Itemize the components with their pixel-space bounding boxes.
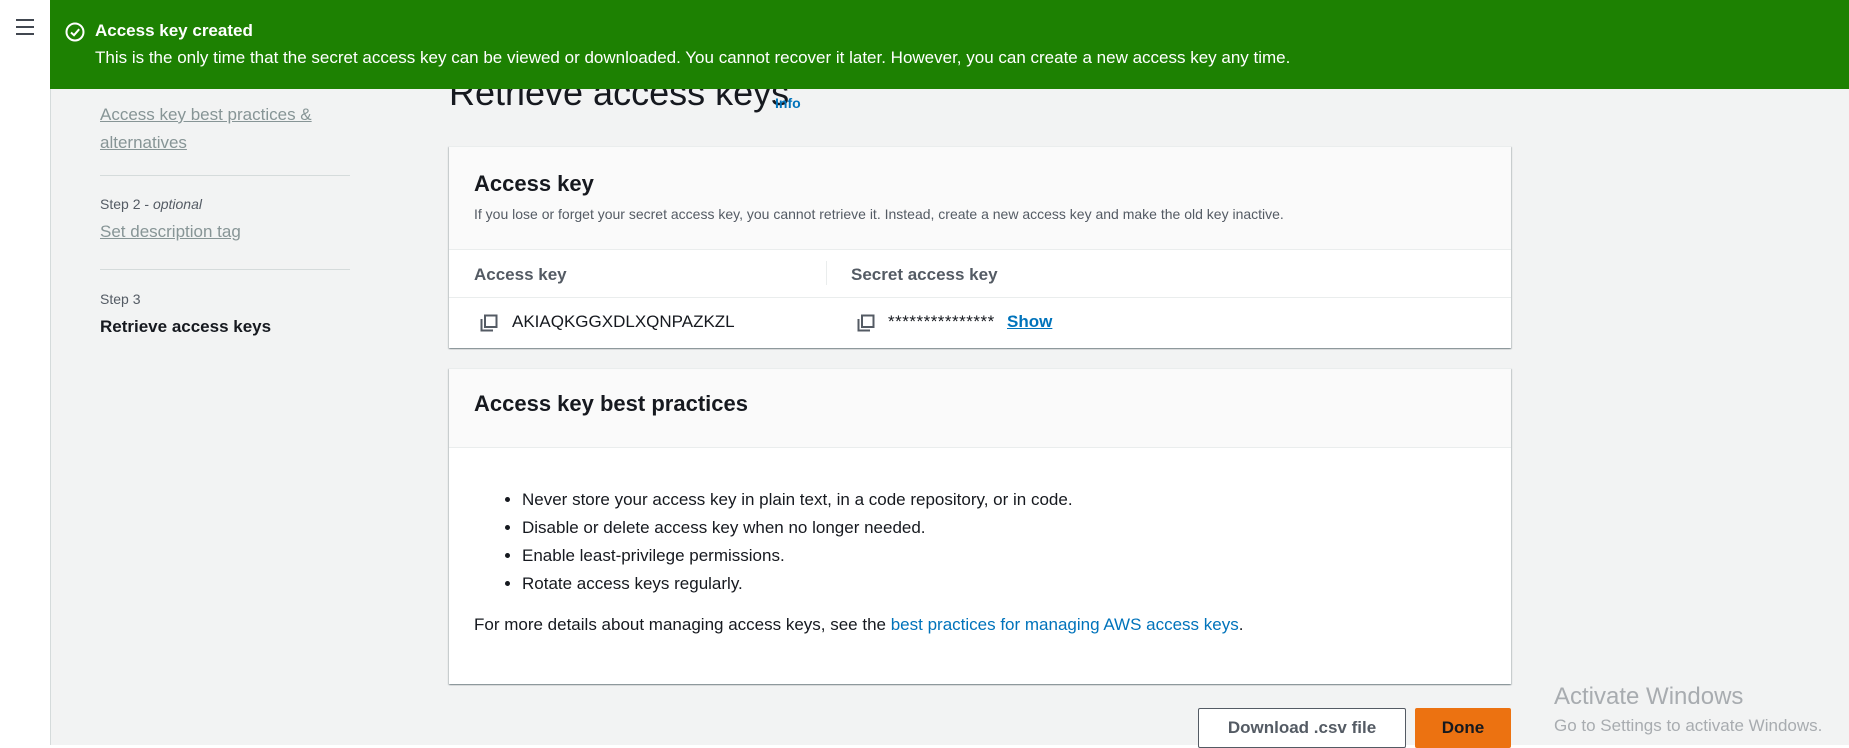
step-divider [100, 175, 350, 176]
list-item: Enable least-privilege permissions. [522, 542, 1073, 570]
list-item: Rotate access keys regularly. [522, 570, 1073, 598]
column-header-secret-access-key: Secret access key [851, 265, 998, 284]
show-secret-link[interactable]: Show [1007, 312, 1052, 332]
step-divider [100, 269, 350, 270]
secret-access-key-masked: *************** [888, 312, 995, 331]
check-circle-icon [65, 22, 85, 42]
access-key-description: If you lose or forget your secret access… [474, 206, 1284, 222]
access-key-container: Access key If you lose or forget your se… [449, 146, 1511, 348]
best-practices-title: Access key best practices [474, 391, 748, 416]
best-practices-list: Never store your access key in plain tex… [499, 486, 1073, 598]
download-csv-button[interactable]: Download .csv file [1198, 708, 1406, 748]
step-2-label: Step 2 - optional [100, 196, 202, 212]
column-header-access-key: Access key [474, 265, 567, 284]
step-2-optional: optional [152, 196, 202, 212]
access-key-table-header: Access key Secret access key [449, 250, 1511, 298]
step-2-number: Step 2 [100, 196, 141, 212]
step-3-label: Step 3 [100, 291, 141, 307]
hamburger-menu-icon[interactable] [14, 16, 36, 38]
windows-watermark-subtitle: Go to Settings to activate Windows. [1554, 716, 1823, 735]
list-item: Never store your access key in plain tex… [522, 486, 1073, 514]
step-2-link[interactable]: Set description tag [100, 222, 241, 242]
done-button[interactable]: Done [1415, 708, 1511, 748]
footnote-suffix: . [1238, 615, 1244, 634]
copy-icon[interactable] [857, 314, 875, 332]
flash-message: This is the only time that the secret ac… [95, 48, 1291, 67]
access-key-header: Access key If you lose or forget your se… [449, 147, 1511, 250]
copy-icon[interactable] [480, 314, 498, 332]
best-practices-link[interactable]: best practices for managing AWS access k… [891, 615, 1239, 634]
footnote-prefix: For more details about managing access k… [474, 615, 891, 634]
best-practices-header: Access key best practices [449, 369, 1511, 448]
info-link[interactable]: Info [775, 95, 801, 111]
access-key-id-value: AKIAQKGGXDLXQNPAZKZL [512, 312, 735, 331]
best-practices-footnote: For more details about managing access k… [474, 615, 1243, 635]
flash-title: Access key created [95, 21, 253, 40]
windows-watermark-title: Activate Windows [1554, 683, 1744, 710]
list-item: Disable or delete access key when no lon… [522, 514, 1073, 542]
step-1-link[interactable]: Access key best practices & alternatives [100, 101, 330, 157]
left-rail [0, 0, 51, 745]
best-practices-container: Access key best practices Never store yo… [449, 368, 1511, 684]
success-flash-banner: Access key created This is the only time… [50, 0, 1849, 89]
access-key-title: Access key [474, 171, 594, 196]
column-separator [826, 261, 827, 285]
step-3-current: Retrieve access keys [100, 317, 272, 336]
